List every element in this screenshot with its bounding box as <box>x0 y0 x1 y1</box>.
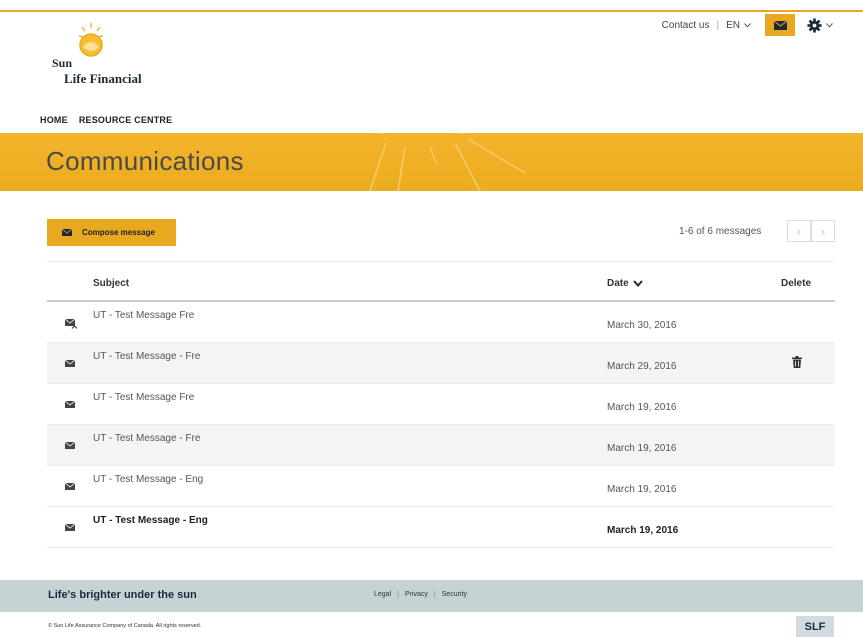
chevron-down-icon <box>744 22 751 28</box>
message-date: March 19, 2016 <box>607 484 677 495</box>
mail-icon <box>773 20 787 30</box>
page-banner: Communications <box>0 133 863 191</box>
chevron-down-icon <box>632 280 643 287</box>
message-date: March 19, 2016 <box>607 402 677 413</box>
message-subject[interactable]: UT - Test Message Fre <box>93 310 194 321</box>
slf-badge: SLF <box>796 616 834 637</box>
table-header: Subject Date Delete <box>47 261 835 302</box>
divider: | <box>397 591 399 598</box>
message-subject[interactable]: UT - Test Message - Eng <box>93 515 208 526</box>
pagination-summary: 1-6 of 6 messages <box>679 226 762 237</box>
sun-life-logo[interactable]: Sun Life Financial <box>52 22 162 86</box>
table-row[interactable]: UT - Test Message Fre March 30, 2016 <box>47 302 835 343</box>
message-date: March 19, 2016 <box>607 443 677 454</box>
mail-icon <box>65 524 75 531</box>
language-select[interactable]: EN <box>726 20 751 31</box>
table-row[interactable]: UT - Test Message Fre March 19, 2016 <box>47 384 835 425</box>
column-header-date-label: Date <box>607 278 629 289</box>
column-header-delete: Delete <box>780 278 811 289</box>
footer-link-security[interactable]: Security <box>442 591 467 598</box>
pagination-controls: ‹ › <box>787 220 835 242</box>
mail-icon <box>65 360 75 367</box>
messages-button[interactable] <box>765 14 795 36</box>
mail-icon <box>65 401 75 408</box>
trash-icon[interactable] <box>792 356 802 368</box>
message-date: March 19, 2016 <box>607 525 679 536</box>
mail-replied-icon <box>65 319 77 329</box>
gear-icon <box>807 17 822 33</box>
mail-icon <box>65 483 75 490</box>
sun-rays-decoration <box>369 133 526 191</box>
divider: | <box>433 591 436 598</box>
logo-word-sun: Sun <box>52 56 73 70</box>
message-date: March 30, 2016 <box>607 320 677 331</box>
divider: | <box>716 19 720 31</box>
footer-links: Legal | Privacy | Security <box>374 591 467 598</box>
column-header-subject: Subject <box>93 278 130 289</box>
language-label: EN <box>726 19 740 31</box>
footer-tagline: Life's brighter under the sun <box>48 589 197 601</box>
table-row[interactable]: UT - Test Message - Eng March 19, 2016 <box>47 507 835 548</box>
footer-bar: Life's brighter under the sun Legal | Pr… <box>0 580 863 612</box>
copyright-text: © Sun Life Assurance Company of Canada. … <box>48 623 202 629</box>
mail-icon <box>62 229 72 236</box>
mail-icon <box>65 442 75 449</box>
main-nav: HOME RESOURCE CENTRE <box>40 115 172 125</box>
settings-menu-button[interactable] <box>807 17 833 33</box>
nav-item-home[interactable]: HOME <box>40 115 68 125</box>
messages-table: Subject Date Delete UT - Test Message Fr… <box>47 261 835 548</box>
page-title: Communications <box>46 146 244 176</box>
table-row[interactable]: UT - Test Message - Eng March 19, 2016 <box>47 466 835 507</box>
column-header-date[interactable]: Date <box>607 278 643 289</box>
nav-item-resource-centre[interactable]: RESOURCE CENTRE <box>79 115 173 125</box>
contact-us-link[interactable]: Contact us <box>662 20 710 31</box>
compose-message-button[interactable]: Compose message <box>47 219 176 246</box>
previous-page-button[interactable]: ‹ <box>787 220 811 242</box>
table-row[interactable]: UT - Test Message - Fre March 29, 2016 <box>47 343 835 384</box>
footer-link-legal[interactable]: Legal <box>374 591 391 598</box>
compose-message-label: Compose message <box>82 228 155 237</box>
footer-link-privacy[interactable]: Privacy <box>405 591 428 598</box>
message-date: March 29, 2016 <box>607 361 677 372</box>
message-subject[interactable]: UT - Test Message - Eng <box>93 474 203 485</box>
message-subject[interactable]: UT - Test Message - Fre <box>93 433 200 444</box>
sun-logo-icon <box>78 23 104 57</box>
table-row[interactable]: UT - Test Message - Fre March 19, 2016 <box>47 425 835 466</box>
message-subject[interactable]: UT - Test Message Fre <box>93 392 194 403</box>
top-accent-line <box>0 10 863 12</box>
chevron-down-icon <box>826 22 833 28</box>
message-subject[interactable]: UT - Test Message - Fre <box>93 351 200 362</box>
utility-bar: Contact us | EN <box>662 14 833 36</box>
next-page-button[interactable]: › <box>811 220 835 242</box>
logo-word-life-financial: Life Financial <box>64 71 142 86</box>
